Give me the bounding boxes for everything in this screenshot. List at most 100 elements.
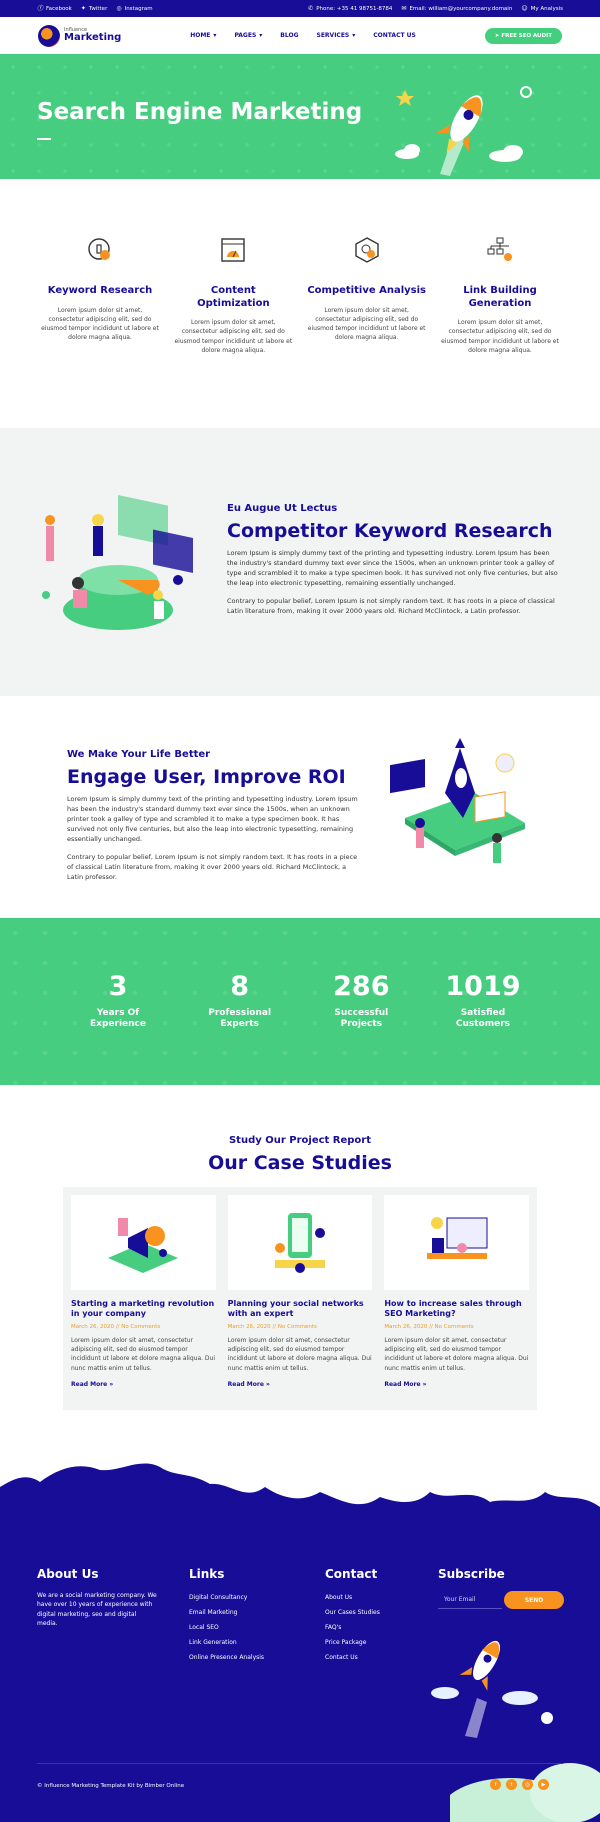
read-more-link[interactable]: Read More » [71, 1381, 216, 1388]
footer-link[interactable]: Local SEO [189, 1624, 264, 1631]
case-title[interactable]: Starting a marketing revolution in your … [71, 1299, 216, 1320]
footer-link[interactable]: Digital Consultancy [189, 1594, 264, 1601]
stat-item: 8 Professional Experts [200, 973, 280, 1085]
case-title[interactable]: Planning your social networks with an ex… [228, 1299, 373, 1320]
stat-label: Years Of Experience [90, 1008, 146, 1029]
stat-item: 1019 Satisfied Customers [443, 973, 523, 1085]
footer-heading: About Us [37, 1567, 99, 1581]
footer-link[interactable]: FAQ's [325, 1624, 380, 1631]
analytics-team-illustration [42, 495, 193, 630]
footer-about: About Us We are a social marketing compa… [37, 1567, 157, 1628]
services-section: Keyword Research Lorem ipsum dolor sit a… [0, 179, 600, 428]
nav-item-home[interactable]: HOME ▾ [190, 32, 216, 39]
case-image[interactable] [384, 1195, 530, 1290]
twitter-icon: ✦ [80, 4, 86, 12]
section-eyebrow: Eu Augue Ut Lectus [227, 503, 338, 514]
stat-number: 3 [108, 971, 128, 1002]
case-excerpt: Lorem ipsum dolor sit amet, consectetur … [227, 1336, 372, 1372]
service-title: Link Building Generation [463, 285, 537, 309]
section-title: Engage User, Improve ROI [67, 766, 346, 788]
footer-rocket-illustration [431, 1640, 553, 1738]
subscribe-email-input[interactable] [438, 1591, 502, 1609]
nav-item-services[interactable]: SERVICES ▾ [317, 32, 356, 39]
instagram-icon: ◎ [116, 4, 122, 12]
footer-heading: Contact [325, 1567, 378, 1581]
read-more-link[interactable]: Read More » [384, 1381, 529, 1388]
footer-link[interactable]: Email Marketing [189, 1609, 264, 1616]
footer-link[interactable]: Online Presence Analysis [189, 1654, 264, 1661]
case-title[interactable]: How to increase sales through SEO Market… [384, 1299, 529, 1320]
instagram-link[interactable]: ◎ Instagram [116, 4, 152, 12]
account-link[interactable]: ☺ My Analysis [521, 4, 563, 12]
stat-label: Successful Projects [334, 1008, 389, 1029]
section-eyebrow: We Make Your Life Better [67, 749, 211, 760]
hero-banner: Search Engine Marketing [0, 54, 600, 179]
footer-contact: Contact About Us Our Cases Studies FAQ's… [325, 1567, 380, 1669]
service-text: Lorem ipsum dolor sit amet, consectetur … [174, 319, 293, 354]
case-image[interactable] [71, 1195, 216, 1290]
instagram-icon[interactable]: ◎ [522, 1779, 533, 1790]
hero-rocket-illustration [395, 86, 532, 176]
service-text: Lorem ipsum dolor sit amet, consectetur … [41, 306, 159, 342]
footer-link[interactable]: About Us [325, 1594, 380, 1601]
free-seo-audit-button[interactable]: ➤ FREE SEO AUDIT [484, 27, 562, 44]
footer-link[interactable]: Price Package [325, 1639, 380, 1646]
case-meta: March 26, 2020 // No Comments [384, 1323, 474, 1330]
case-card: Planning your social networks with an ex… [227, 1195, 373, 1402]
copyright-text: © Influence Marketing Template Kit by Bi… [37, 1783, 185, 1789]
facebook-link[interactable]: ⓕ Facebook [37, 4, 72, 12]
footer-heading: Links [189, 1567, 225, 1581]
footer-link[interactable]: Contact Us [325, 1654, 380, 1661]
stat-number: 286 [333, 971, 390, 1002]
chevron-down-icon: ▾ [213, 32, 217, 39]
youtube-icon[interactable]: ▶ [538, 1779, 549, 1790]
footer-social-icons: f t ◎ ▶ [490, 1779, 549, 1790]
footer-subscribe: Subscribe SEND [438, 1567, 564, 1609]
service-card: Content Optimization Lorem ipsum dolor s… [173, 237, 293, 428]
stat-item: 286 Successful Projects [321, 973, 401, 1085]
section-paragraph: Lorem Ipsum is simply dummy text of the … [227, 549, 558, 588]
case-image[interactable] [227, 1195, 373, 1290]
seo-sales-illustration [426, 1216, 488, 1259]
service-title: Keyword Research [47, 285, 153, 296]
facebook-icon[interactable]: f [490, 1779, 501, 1790]
stat-label: Satisfied Customers [455, 1008, 511, 1029]
twitter-link[interactable]: ✦ Twitter [80, 4, 107, 12]
nav-item-contact[interactable]: CONTACT US [373, 32, 416, 39]
service-text: Lorem ipsum dolor sit amet, consectetur … [307, 306, 426, 342]
subscribe-send-button[interactable]: SEND [504, 1591, 564, 1609]
logo-big-text: Marketing [64, 32, 122, 43]
section-paragraph: Lorem Ipsum is simply dummy text of the … [67, 795, 358, 844]
section-paragraph: Contrary to popular belief, Lorem Ipsum … [227, 597, 555, 616]
footer-link[interactable]: Link Generation [189, 1639, 264, 1646]
service-card: Keyword Research Lorem ipsum dolor sit a… [40, 237, 160, 428]
footer-link[interactable]: Our Cases Studies [325, 1609, 380, 1616]
case-meta: March 26, 2020 // No Comments [227, 1323, 317, 1330]
twitter-icon[interactable]: t [506, 1779, 517, 1790]
competitive-analysis-icon [354, 237, 380, 263]
content-optimization-icon [220, 237, 246, 263]
stat-number: 8 [230, 971, 250, 1002]
cloud-top-edge [0, 1463, 600, 1507]
user-icon: ☺ [521, 4, 528, 12]
case-studies-section: Study Our Project Report Our Case Studie… [0, 1085, 600, 1463]
email-icon: ✉ [401, 4, 407, 12]
phone-icon: ✆ [308, 4, 314, 12]
case-card: How to increase sales through SEO Market… [384, 1195, 530, 1402]
nav-menu: HOME ▾ PAGES ▾ BLOG SERVICES ▾ CONTACT US [190, 32, 416, 39]
site-logo[interactable]: Influence Marketing [38, 24, 122, 47]
footer-about-text: We are a social marketing company. We ha… [37, 1592, 157, 1627]
service-title: Competitive Analysis [307, 285, 426, 296]
read-more-link[interactable]: Read More » [228, 1381, 373, 1388]
facebook-icon: ⓕ [37, 4, 44, 12]
keyword-research-icon [87, 237, 113, 263]
footer-links: Links Digital Consultancy Email Marketin… [189, 1567, 264, 1669]
case-excerpt: Lorem ipsum dolor sit amet, consectetur … [71, 1336, 216, 1372]
email-info[interactable]: ✉ Email: william@yourcompany.domain [401, 4, 512, 12]
competitor-section: Eu Augue Ut Lectus Competitor Keyword Re… [0, 428, 600, 696]
engage-section: We Make Your Life Better Engage User, Im… [0, 696, 600, 918]
service-text: Lorem ipsum dolor sit amet, consectetur … [441, 319, 559, 354]
page-title: Search Engine Marketing [37, 99, 363, 125]
nav-item-pages[interactable]: PAGES ▾ [234, 32, 262, 39]
nav-item-blog[interactable]: BLOG [280, 32, 298, 39]
